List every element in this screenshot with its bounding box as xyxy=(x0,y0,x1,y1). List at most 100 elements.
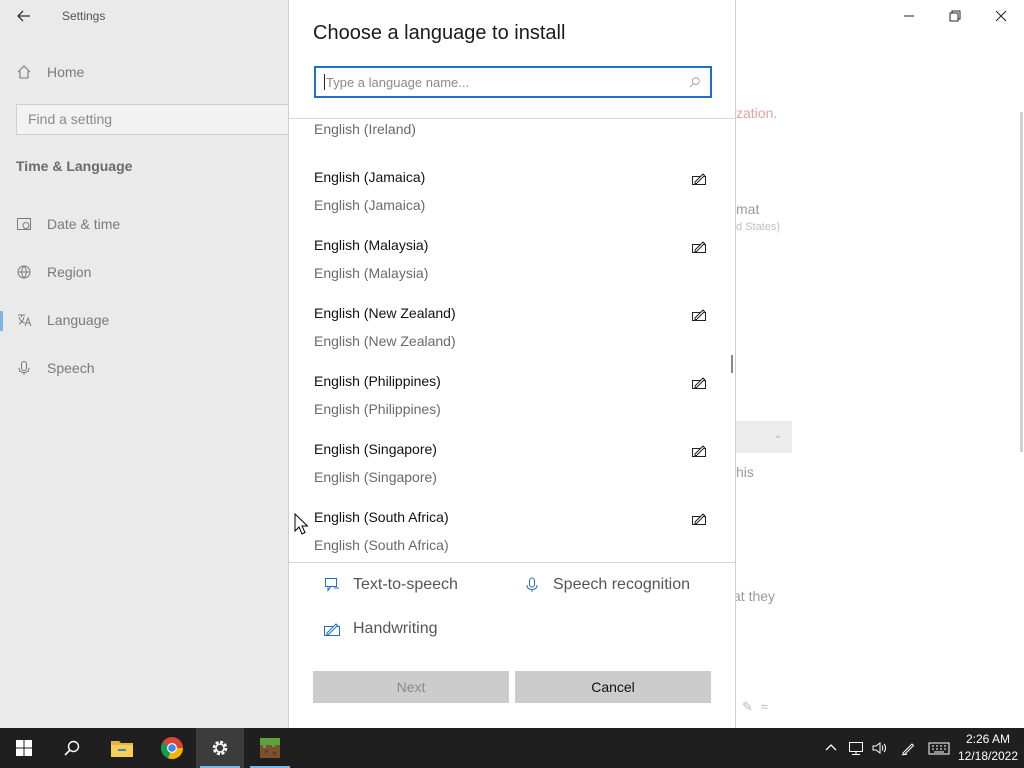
speech-icon: ≈ xyxy=(760,699,769,714)
legend-text-to-speech: Text-to-speech xyxy=(323,576,458,594)
nav-region-label: Region xyxy=(47,264,92,280)
settings-sidebar: Settings Home Find a setting Time & Lang… xyxy=(0,0,306,728)
list-item[interactable]: English (New Zealand) English (New Zeala… xyxy=(289,299,735,367)
taskbar-search-button[interactable] xyxy=(48,728,96,768)
dialog-title: Choose a language to install xyxy=(313,22,566,44)
language-list: English (Ireland) English (Jamaica) Engl… xyxy=(289,119,735,562)
list-bottom-divider xyxy=(289,562,735,563)
close-icon xyxy=(995,10,1007,22)
start-button[interactable] xyxy=(0,728,48,768)
language-name: English (New Zealand) xyxy=(314,305,456,321)
bg-feature-icons: ✎ ≈ xyxy=(742,699,768,715)
handwriting-icon xyxy=(692,309,706,321)
pen-icon xyxy=(901,743,915,756)
language-name: English (South Africa) xyxy=(314,509,449,525)
bg-this-text: his xyxy=(736,464,754,480)
taskbar: 2:26 AM 12/18/2022 xyxy=(0,728,1024,768)
language-native-name: English (New Zealand) xyxy=(314,333,456,349)
window-controls xyxy=(886,0,1024,32)
nav-language-label: Language xyxy=(47,312,110,328)
legend-handwriting-label: Handwriting xyxy=(353,620,438,637)
language-name: English (Jamaica) xyxy=(314,169,426,185)
network-icon xyxy=(849,742,863,755)
nav-speech-label: Speech xyxy=(47,360,95,376)
microphone-icon xyxy=(523,576,541,594)
handwriting-icon xyxy=(692,377,706,389)
language-native-name: English (South Africa) xyxy=(314,537,449,553)
clock-icon xyxy=(16,216,32,232)
language-search-input[interactable] xyxy=(326,74,688,90)
restore-button[interactable] xyxy=(932,0,978,32)
text-to-speech-icon xyxy=(323,576,341,594)
legend-speech-recognition: Speech recognition xyxy=(523,576,690,594)
handwriting-icon xyxy=(692,241,706,253)
page-scrollbar[interactable] xyxy=(1020,112,1023,452)
restore-icon xyxy=(949,10,961,22)
minecraft-button[interactable] xyxy=(246,728,294,768)
bg-warning-text: zation. xyxy=(736,105,778,121)
cancel-button[interactable]: Cancel xyxy=(515,671,711,703)
nav-language[interactable]: Language xyxy=(16,312,109,328)
section-title: Time & Language xyxy=(16,158,133,174)
language-icon xyxy=(16,312,32,328)
handwriting-icon xyxy=(692,173,706,185)
nav-region[interactable]: Region xyxy=(16,264,91,280)
language-name: English (Singapore) xyxy=(314,441,437,457)
list-item[interactable]: English (Philippines) English (Philippin… xyxy=(289,367,735,435)
search-icon xyxy=(688,75,702,89)
list-item[interactable]: English (Singapore) English (Singapore) xyxy=(289,435,735,503)
language-native-name: English (Singapore) xyxy=(314,469,437,485)
legend-handwriting: Handwriting xyxy=(323,620,437,638)
list-item[interactable]: English (Malaysia) English (Malaysia) xyxy=(289,231,735,299)
nav-date-time-label: Date & time xyxy=(47,216,121,232)
settings-icon xyxy=(212,740,228,756)
minimize-icon xyxy=(904,15,914,17)
nav-date-time[interactable]: Date & time xyxy=(16,216,120,232)
taskbar-clock[interactable]: 2:26 AM 12/18/2022 xyxy=(956,731,1020,765)
language-native-name: English (Jamaica) xyxy=(314,197,426,213)
legend-tts-label: Text-to-speech xyxy=(353,576,458,593)
volume-button[interactable] xyxy=(868,728,890,768)
text-caret xyxy=(324,74,325,90)
handwriting-icon xyxy=(692,513,706,525)
list-scrollbar-thumb[interactable] xyxy=(731,355,733,373)
language-search-box[interactable] xyxy=(314,66,712,98)
bg-they-text: at they xyxy=(733,588,776,604)
start-icon xyxy=(16,740,32,756)
file-explorer-icon xyxy=(111,741,133,757)
settings-taskbar-button[interactable] xyxy=(196,728,244,768)
back-arrow-icon xyxy=(17,10,30,22)
minimize-button[interactable] xyxy=(886,0,932,32)
close-button[interactable] xyxy=(978,0,1024,32)
language-name: English (Malaysia) xyxy=(314,237,429,253)
list-item-partial[interactable]: English (Ireland) xyxy=(314,121,416,137)
list-item[interactable]: English (South Africa) English (South Af… xyxy=(289,503,735,562)
next-button[interactable]: Next xyxy=(313,671,509,703)
minecraft-icon xyxy=(260,738,280,758)
chevron-up-icon xyxy=(825,744,837,751)
find-setting-input[interactable]: Find a setting xyxy=(16,104,306,135)
bg-region-text: d States) xyxy=(736,221,781,233)
nav-speech[interactable]: Speech xyxy=(16,360,94,376)
bg-dropdown[interactable]: ⌄ xyxy=(736,421,792,453)
file-explorer-button[interactable] xyxy=(98,728,146,768)
chrome-button[interactable] xyxy=(148,728,196,768)
globe-icon xyxy=(16,264,32,280)
language-name: English (Philippines) xyxy=(314,373,441,389)
touch-keyboard-button[interactable] xyxy=(926,728,952,768)
windows-ink-button[interactable] xyxy=(897,728,919,768)
volume-icon xyxy=(872,742,886,754)
back-button[interactable] xyxy=(12,6,36,26)
network-button[interactable] xyxy=(845,728,867,768)
keyboard-icon xyxy=(928,742,950,755)
handwriting-icon xyxy=(692,445,706,457)
show-hidden-icons-button[interactable] xyxy=(820,728,842,768)
list-item[interactable]: English (Jamaica) English (Jamaica) xyxy=(289,163,735,231)
bg-format-text: mat xyxy=(736,201,760,217)
language-native-name: English (Philippines) xyxy=(314,401,441,417)
active-nav-indicator xyxy=(0,311,3,331)
microphone-icon xyxy=(16,360,32,376)
home-icon xyxy=(16,64,32,80)
nav-home[interactable]: Home xyxy=(16,64,84,80)
nav-home-label: Home xyxy=(47,64,85,80)
